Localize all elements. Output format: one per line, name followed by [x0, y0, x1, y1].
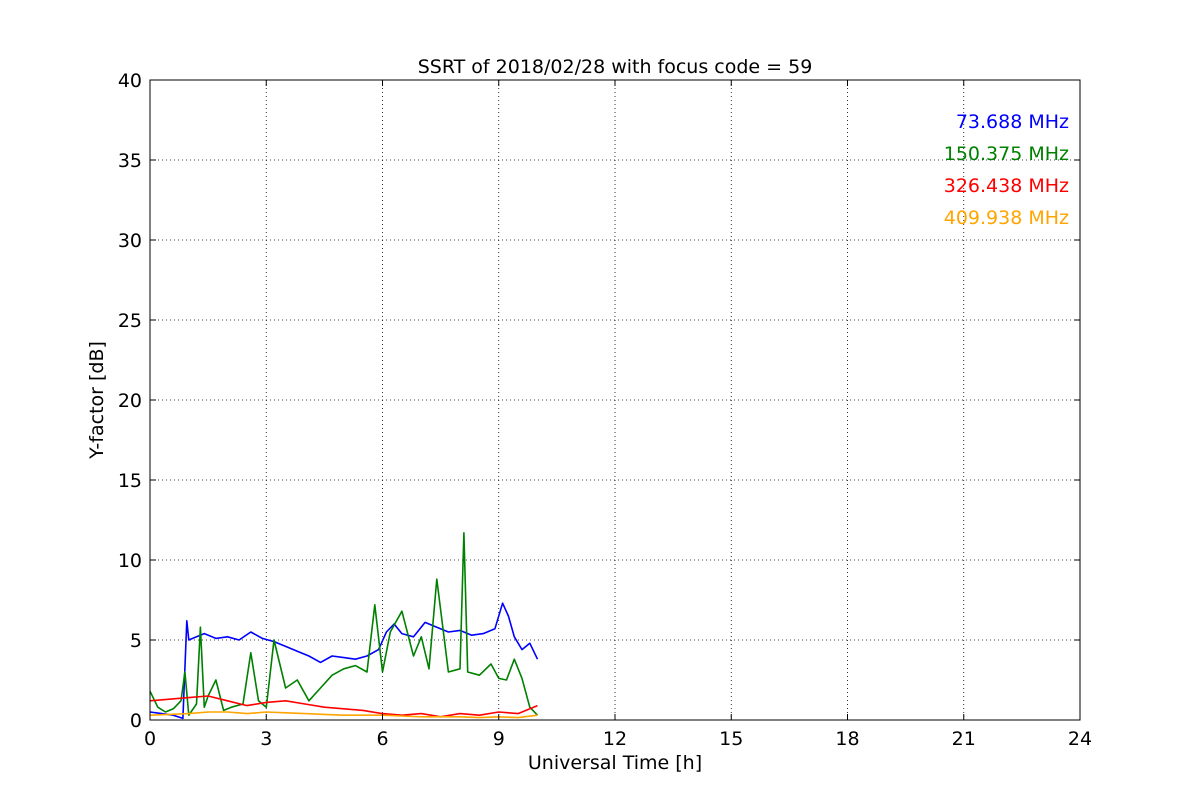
x-tick-label: 18 [835, 728, 859, 750]
x-tick-label: 9 [493, 728, 505, 750]
x-axis-title: Universal Time [h] [528, 752, 702, 774]
grid-layer [150, 80, 1080, 720]
legend: 73.688 MHz 150.375 MHz 326.438 MHz 409.938 … [944, 111, 1069, 229]
legend-entry-0: 73.688 MHz [956, 111, 1069, 133]
y-tick-label: 20 [118, 390, 142, 412]
chart-title: SSRT of 2018/02/28 with focus code = 59 [418, 56, 813, 78]
x-tick-label: 15 [719, 728, 743, 750]
x-tick-label: 12 [603, 728, 627, 750]
series-line-1 [149, 531, 539, 717]
legend-entry-3: 409.938 MHz [944, 207, 1069, 229]
series-line-0 [149, 602, 539, 720]
y-tick-label: 15 [118, 470, 142, 492]
series-line-2 [149, 695, 538, 718]
y-tick-label: 0 [130, 710, 142, 732]
y-tick-label: 40 [118, 70, 142, 92]
x-tick-label: 6 [376, 728, 388, 750]
y-tick-label: 5 [130, 630, 142, 652]
tick-layer: 0 3 6 9 12 15 18 21 24 0 5 10 15 20 25 30 35 40 [118, 70, 1092, 750]
y-axis-title: Y-factor [dB] [86, 341, 108, 460]
x-tick-label: 24 [1068, 728, 1092, 750]
y-tick-label: 10 [118, 550, 142, 572]
series-layer [149, 531, 539, 720]
legend-entry-2: 326.438 MHz [944, 175, 1069, 197]
x-tick-label: 21 [952, 728, 976, 750]
y-tick-label: 30 [118, 230, 142, 252]
x-tick-label: 0 [144, 728, 156, 750]
y-tick-label: 35 [118, 150, 142, 172]
y-tick-label: 25 [118, 310, 142, 332]
x-tick-label: 3 [260, 728, 272, 750]
chart: 0 3 6 9 12 15 18 21 24 0 5 10 15 20 25 30 35 40 SSRT of 2… [86, 56, 1092, 774]
legend-entry-1: 150.375 MHz [944, 143, 1069, 165]
